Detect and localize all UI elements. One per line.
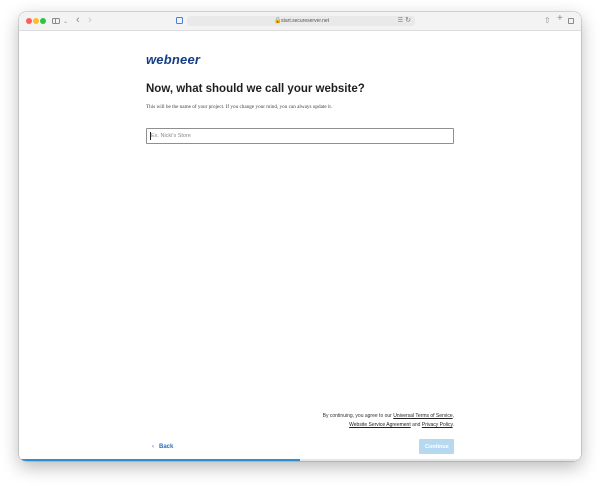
terms-prefix: By continuing, you agree to our (322, 413, 394, 419)
continue-button[interactable]: Continue (419, 439, 454, 454)
close-window-button[interactable] (26, 18, 32, 24)
browser-window: ⌄ ‹ › 🔒 start.secureserver.net ☰ ↻ ⇧ + w… (19, 12, 581, 461)
terms-suffix: . (452, 422, 454, 428)
chevron-down-icon[interactable]: ⌄ (63, 17, 68, 27)
new-tab-icon[interactable]: + (557, 14, 563, 24)
back-button-label: Back (159, 444, 174, 450)
forward-arrow-icon[interactable]: › (88, 15, 92, 26)
progress-bar-fill (19, 459, 300, 461)
terms-notice: By continuing, you agree to our Universa… (323, 412, 454, 430)
tab-overview-icon[interactable] (568, 18, 574, 24)
browser-toolbar: ⌄ ‹ › 🔒 start.secureserver.net ☰ ↻ ⇧ + (19, 12, 581, 31)
page-subtitle: This will be the name of your project. I… (146, 104, 333, 110)
back-arrow-icon[interactable]: ‹ (76, 15, 80, 26)
text-cursor (150, 132, 151, 140)
terms-separator: , (452, 413, 454, 419)
back-button[interactable]: ‹ Back (152, 444, 173, 450)
website-service-agreement-link[interactable]: Website Service Agreement (349, 422, 411, 428)
chevron-left-icon: ‹ (152, 444, 154, 450)
sidebar-toggle-icon[interactable] (52, 18, 60, 24)
brand-logo: webneer (146, 52, 201, 67)
reload-icon[interactable]: ↻ (405, 16, 411, 24)
tab-favicon-icon (176, 17, 183, 24)
translate-icon[interactable]: ☰ (398, 17, 403, 24)
share-icon[interactable]: ⇧ (544, 16, 551, 26)
minimize-window-button[interactable] (33, 18, 39, 24)
page-title: Now, what should we call your website? (146, 83, 365, 95)
address-bar[interactable]: 🔒 start.secureserver.net ☰ ↻ (187, 16, 415, 26)
terms-of-service-link[interactable]: Universal Terms of Service (393, 413, 452, 419)
address-bar-url: start.secureserver.net (281, 17, 330, 24)
privacy-policy-link[interactable]: Privacy Policy (422, 422, 453, 428)
terms-separator-and: and (410, 422, 422, 428)
website-name-input[interactable] (146, 128, 454, 144)
progress-bar (19, 459, 581, 461)
page-content: webneer Now, what should we call your we… (19, 31, 581, 461)
zoom-window-button[interactable] (40, 18, 46, 24)
